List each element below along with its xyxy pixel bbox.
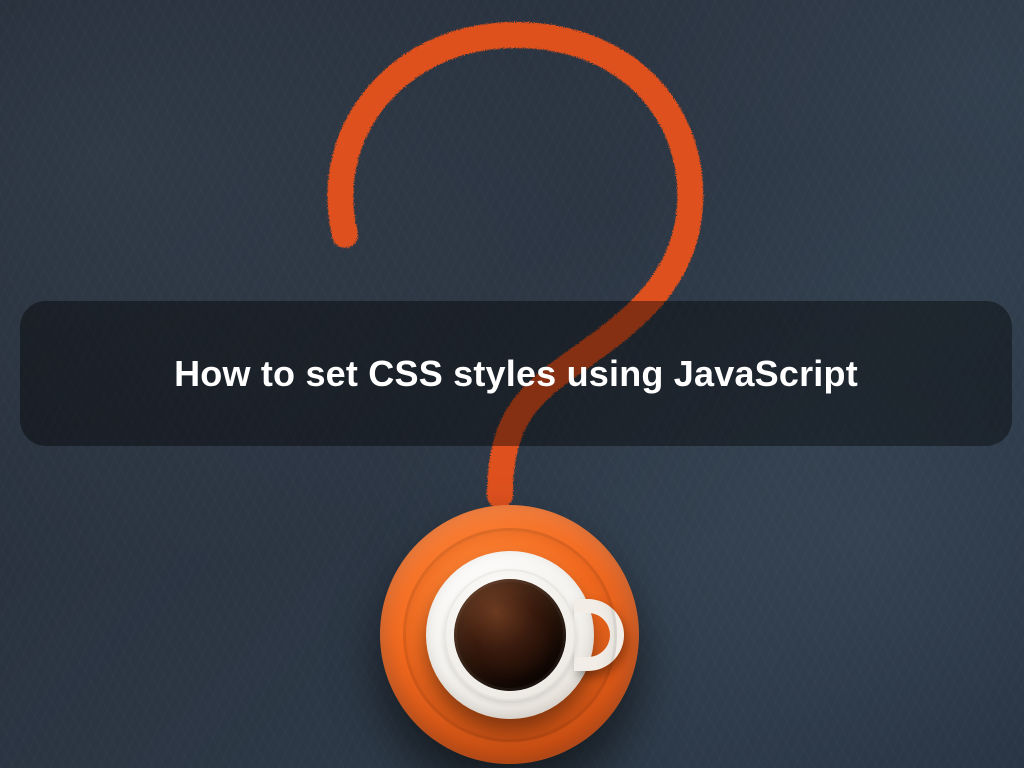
title-banner: How to set CSS styles using JavaScript: [20, 301, 1012, 446]
question-mark-icon: [300, 10, 720, 530]
coffee-liquid: [454, 579, 566, 691]
cup-rim: [444, 569, 576, 701]
cup-handle: [574, 599, 624, 671]
coffee-cup: [426, 551, 594, 719]
page-title: How to set CSS styles using JavaScript: [174, 353, 858, 395]
coffee-saucer: [380, 505, 639, 764]
